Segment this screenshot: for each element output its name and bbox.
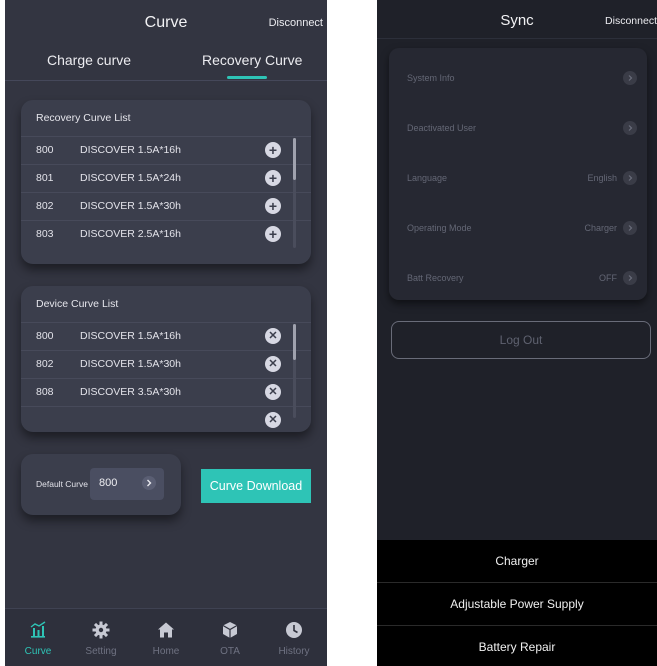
nav-label: Curve <box>24 646 52 657</box>
chevron-right-icon <box>623 121 637 135</box>
recovery-curve-list-card: Recovery Curve List 800 DISCOVER 1.5A*16… <box>21 100 311 264</box>
scrollbar[interactable] <box>293 138 296 180</box>
active-tab-indicator <box>227 76 267 79</box>
setting-label: Deactivated User <box>407 123 477 133</box>
curve-code: 802 <box>36 200 54 212</box>
default-curve-label: Default Curve <box>36 479 88 489</box>
nav-label: History <box>278 646 310 657</box>
curve-tabs: Charge curve Recovery Curve <box>5 52 327 81</box>
gear-icon <box>92 621 110 639</box>
curve-code: 808 <box>36 386 54 398</box>
nav-curve[interactable]: Curve <box>8 609 68 666</box>
mode-option-battery-repair[interactable]: Battery Repair <box>377 626 657 666</box>
list-item: 802 DISCOVER 1.5A*30h ✕ <box>21 350 311 378</box>
recovery-curve-list: 800 DISCOVER 1.5A*16h + 801 DISCOVER 1.5… <box>21 136 311 248</box>
list-item: 800 DISCOVER 1.5A*16h ✕ <box>21 322 311 350</box>
mode-option-adjustable-power-supply[interactable]: Adjustable Power Supply <box>377 583 657 625</box>
scrollbar[interactable] <box>293 324 296 360</box>
default-curve-box: Default Curve 800 <box>21 454 181 515</box>
operating-mode-sheet: Charger Adjustable Power Supply Battery … <box>377 540 657 666</box>
nav-label: Setting <box>85 646 117 657</box>
setting-label: Operating Mode <box>407 223 472 233</box>
nav-history[interactable]: History <box>264 609 324 666</box>
setting-label: Batt Recovery <box>407 273 464 283</box>
setting-value: English <box>587 173 617 183</box>
nav-setting[interactable]: Setting <box>71 609 131 666</box>
curve-name: DISCOVER 1.5A*24h <box>80 172 181 184</box>
curve-download-button[interactable]: Curve Download <box>201 469 311 503</box>
mode-option-charger[interactable]: Charger <box>377 540 657 582</box>
remove-icon[interactable]: ✕ <box>265 412 281 428</box>
tab-charge-curve[interactable]: Charge curve <box>47 52 131 68</box>
clock-icon <box>286 622 302 638</box>
add-icon[interactable]: + <box>265 226 281 242</box>
setting-label: Language <box>407 173 448 183</box>
nav-label: Home <box>152 646 180 657</box>
nav-ota[interactable]: OTA <box>200 609 260 666</box>
list-item: 808 DISCOVER 3.5A*30h ✕ <box>21 378 311 406</box>
chevron-right-icon <box>142 476 156 490</box>
nav-home[interactable]: Home <box>136 609 196 666</box>
curve-code: 803 <box>36 228 54 240</box>
box-icon <box>222 622 238 638</box>
setting-batt-recovery[interactable]: Batt Recovery OFF <box>389 260 647 300</box>
top-bar: Curve Disconnect <box>5 0 327 48</box>
disconnect-button[interactable]: Disconnect <box>605 15 657 27</box>
default-curve-value: 800 <box>99 477 118 489</box>
chevron-right-icon <box>623 221 637 235</box>
curve-code: 801 <box>36 172 54 184</box>
remove-icon[interactable]: ✕ <box>265 384 281 400</box>
chevron-right-icon <box>623 171 637 185</box>
curve-name: DISCOVER 1.5A*16h <box>80 144 181 156</box>
add-icon[interactable]: + <box>265 198 281 214</box>
list-item: 803 DISCOVER 2.5A*16h + <box>21 220 311 248</box>
setting-value: Charger <box>584 223 617 233</box>
default-curve-select[interactable]: 800 <box>90 468 164 500</box>
curve-name: DISCOVER 1.5A*30h <box>80 200 181 212</box>
device-curve-list-title: Device Curve List <box>36 298 119 310</box>
device-curve-list-card: Device Curve List 800 DISCOVER 1.5A*16h … <box>21 286 311 432</box>
top-bar: Sync Disconnect <box>377 0 657 39</box>
list-item: 800 DISCOVER 1.5A*16h + <box>21 136 311 164</box>
add-icon[interactable]: + <box>265 170 281 186</box>
curve-code: 800 <box>36 144 54 156</box>
recovery-curve-list-title: Recovery Curve List <box>36 112 131 124</box>
nav-label: OTA <box>220 646 240 657</box>
sync-screen: Sync Disconnect System Info Deactivated … <box>377 0 657 666</box>
chevron-right-icon <box>623 271 637 285</box>
bottom-nav: Curve Setting Home OTA History <box>5 608 327 666</box>
curve-name: DISCOVER 1.5A*30h <box>80 358 181 370</box>
curve-screen: Curve Disconnect Charge curve Recovery C… <box>5 0 327 666</box>
curve-name: DISCOVER 2.5A*16h <box>80 228 181 240</box>
setting-deactivated-user[interactable]: Deactivated User <box>389 110 647 150</box>
home-icon <box>158 622 174 638</box>
disconnect-button[interactable]: Disconnect <box>269 17 323 29</box>
curve-chart-icon <box>30 621 46 638</box>
add-icon[interactable]: + <box>265 142 281 158</box>
list-item-partial: ✕ <box>21 406 311 432</box>
list-item: 801 DISCOVER 1.5A*24h + <box>21 164 311 192</box>
curve-name: DISCOVER 3.5A*30h <box>80 386 181 398</box>
list-item: 802 DISCOVER 1.5A*30h + <box>21 192 311 220</box>
device-curve-list: 800 DISCOVER 1.5A*16h ✕ 802 DISCOVER 1.5… <box>21 322 311 432</box>
tab-recovery-curve[interactable]: Recovery Curve <box>202 52 302 68</box>
logout-button[interactable]: Log Out <box>391 321 651 359</box>
remove-icon[interactable]: ✕ <box>265 356 281 372</box>
chevron-right-icon <box>623 71 637 85</box>
setting-language[interactable]: Language English <box>389 160 647 200</box>
setting-label: System Info <box>407 73 455 83</box>
setting-system-info[interactable]: System Info <box>389 60 647 100</box>
curve-code: 800 <box>36 330 54 342</box>
curve-code: 802 <box>36 358 54 370</box>
setting-value: OFF <box>599 273 617 283</box>
setting-operating-mode[interactable]: Operating Mode Charger <box>389 210 647 250</box>
remove-icon[interactable]: ✕ <box>265 328 281 344</box>
settings-card: System Info Deactivated User Language En… <box>389 48 647 300</box>
curve-name: DISCOVER 1.5A*16h <box>80 330 181 342</box>
